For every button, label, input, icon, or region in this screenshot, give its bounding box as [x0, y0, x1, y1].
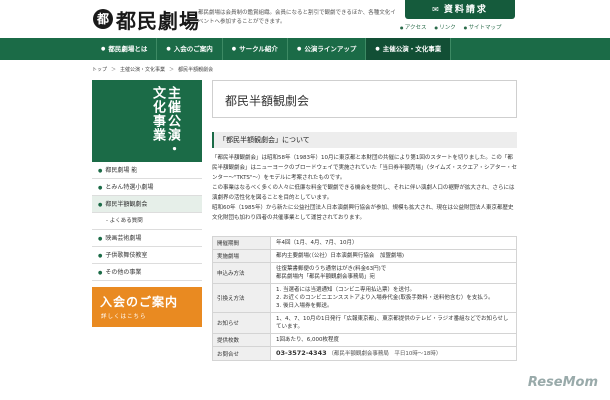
row-value: 1回あたり、6,000枚程度 — [270, 333, 517, 347]
step-item: 2. お近くのコンビニエンスストアより入場券代金(取扱手数料・送料他含む）を支払… — [276, 295, 494, 301]
row-label: 申込み方法 — [212, 262, 271, 284]
sidebar-heading: 主催公演・文化事業 — [150, 86, 180, 156]
sidebar-item-label: 子供歌舞伎教室 — [105, 252, 148, 259]
header-links: アクセス リンク サイトマップ — [400, 23, 502, 31]
sidebar-item-kabuki[interactable]: ● 子供歌舞伎教室 — [92, 247, 202, 264]
global-nav: 都民劇場とは 入会のご案内 サークル紹介 公演ラインアップ 主催公演・文化事業 — [0, 38, 610, 60]
page-title-box: 都民半額観劇会 — [212, 80, 517, 118]
table-row: 開催期間 年4回（1月、4月、7月、10月） — [212, 236, 517, 250]
header-link-sitemap[interactable]: サイトマップ — [464, 23, 502, 31]
sidebar-item-faq[interactable]: - よくある質問 — [92, 213, 202, 230]
banner-subtitle: 詳しくはこちら — [101, 314, 147, 320]
intro-paragraph: この事業はなるべく多くの人々に低廉な料金で観劇できる機会を提供し、それに伴い演劇… — [212, 185, 515, 201]
breadcrumb-top[interactable]: トップ — [92, 66, 107, 73]
row-value: 1、4、7、10月の1日発行「広報東京都」、東京都提供のテレビ・ラジオ番組などで… — [270, 312, 517, 334]
breadcrumb-events[interactable]: 主催公演・文化事業 — [120, 66, 165, 73]
row-value: 都内主要劇場(（公社）日本演劇興行協会 加盟劇場) — [270, 249, 517, 263]
main-content: 都民半額観劇会 「都民半額観劇会」について 「都民半額観劇会」は昭和58年（19… — [212, 80, 517, 361]
header-link-access[interactable]: アクセス — [400, 23, 427, 31]
nav-item-events[interactable]: 主催公演・文化事業 — [366, 38, 452, 60]
table-row: お問合せ 03-3572-4343 （都民半額観劇会事務局 平日10時〜18時） — [212, 346, 517, 361]
breadcrumb: トップ ＞ 主催公演・文化事業 ＞ 都民半額観劇会 — [92, 66, 213, 73]
sidebar-item-label: 都民半額観劇会 — [105, 201, 148, 208]
watermark: ReseMom — [527, 375, 598, 390]
site-logo[interactable]: 都民劇場 — [116, 5, 200, 34]
nav-item-membership[interactable]: 入会のご案内 — [157, 38, 223, 60]
row-label: お知らせ — [212, 312, 271, 334]
nav-item-about[interactable]: 都民劇場とは — [92, 38, 158, 60]
sidebar-heading-box: 主催公演・文化事業 — [92, 80, 202, 162]
bullet-icon: ● — [98, 168, 103, 174]
sidebar-item-small-theater[interactable]: ● とみん特選小劇場 — [92, 179, 202, 196]
sidebar-item-noh[interactable]: ● 都民劇場 能 — [92, 162, 202, 179]
section-heading: 「都民半額観劇会」について — [212, 132, 517, 148]
intro-paragraph: 昭和60年（1985年）から新たに公益社団法人日本演劇興行協会が参加、規模も拡大… — [212, 205, 514, 221]
row-value: 03-3572-4343 （都民半額観劇会事務局 平日10時〜18時） — [270, 346, 517, 361]
step-item: 3. 後日入場券を郵送。 — [276, 303, 333, 309]
table-row: 提供枚数 1回あたり、6,000枚程度 — [212, 333, 517, 347]
bullet-icon: ● — [98, 253, 103, 259]
info-table: 開催期間 年4回（1月、4月、7月、10月） 実施劇場 都内主要劇場(（公社）日… — [212, 236, 517, 361]
step-item: 1. 当選者には当選通知（コンビニ専用払込票）を送付。 — [276, 287, 415, 293]
table-row: 引換え方法 1. 当選者には当選通知（コンビニ専用払込票）を送付。 2. お近く… — [212, 283, 517, 313]
sidebar-item-half-price[interactable]: ● 都民半額観劇会 — [92, 196, 202, 213]
breadcrumb-separator: ＞ — [169, 67, 175, 73]
sidebar-item-label: とみん特選小劇場 — [105, 184, 154, 191]
bullet-icon: ● — [98, 236, 103, 242]
sidebar-item-label: 都民劇場 能 — [105, 167, 138, 174]
sidebar-item-label: その他の事業 — [105, 269, 142, 276]
breadcrumb-current: 都民半額観劇会 — [178, 67, 214, 73]
row-value: 年4回（1月、4月、7月、10月） — [270, 236, 517, 250]
sidebar-item-label: 映画芸術劇場 — [105, 235, 142, 242]
row-label: お問合せ — [212, 346, 271, 361]
intro-text: 「都民半額観劇会」は昭和58年（1983年）10月に東京都と本財団の共催により第… — [212, 153, 517, 223]
request-button-label: 資料請求 — [443, 5, 488, 15]
nav-item-lineup[interactable]: 公演ラインアップ — [288, 38, 367, 60]
sidebar-item-other[interactable]: ● その他の事業 — [92, 264, 202, 281]
request-materials-button[interactable]: ✉ 資料請求 — [405, 0, 515, 19]
membership-banner[interactable]: 入会のご案内 詳しくはこちら — [92, 287, 202, 327]
sidebar-item-film[interactable]: ● 映画芸術劇場 — [92, 230, 202, 247]
table-row: 申込み方法 往復葉書郵便のうち通常はがき(料金63円)で 都民劇場内「都民半額観… — [212, 262, 517, 284]
table-row: お知らせ 1、4、7、10月の1日発行「広報東京都」、東京都提供のテレビ・ラジオ… — [212, 312, 517, 334]
mail-icon: ✉ — [432, 5, 441, 14]
row-label: 実施劇場 — [212, 249, 271, 263]
row-label: 提供枚数 — [212, 333, 271, 347]
contact-hours: （都民半額観劇会事務局 平日10時〜18時） — [328, 351, 442, 357]
header-link-links[interactable]: リンク — [435, 23, 456, 31]
banner-title: 入会のご案内 — [100, 295, 179, 309]
row-line: 往復葉書郵便のうち通常はがき(料金63円)で — [276, 266, 387, 272]
bullet-icon: ● — [98, 185, 103, 191]
nav-item-circles[interactable]: サークル紹介 — [223, 38, 288, 60]
row-label: 開催期間 — [212, 236, 271, 250]
contact-phone[interactable]: 03-3572-4343 — [276, 349, 327, 357]
table-row: 実施劇場 都内主要劇場(（公社）日本演劇興行協会 加盟劇場) — [212, 249, 517, 263]
bullet-icon: ● — [98, 202, 103, 208]
intro-paragraph: 「都民半額観劇会」は昭和58年（1983年）10月に東京都と本財団の共催により第… — [212, 155, 517, 181]
row-value: 1. 当選者には当選通知（コンビニ専用払込票）を送付。 2. お近くのコンビニエ… — [270, 283, 517, 313]
bullet-icon: ● — [98, 270, 103, 276]
row-line: 都民劇場内「都民半額観劇会事務局」宛 — [276, 274, 376, 280]
row-value: 往復葉書郵便のうち通常はがき(料金63円)で 都民劇場内「都民半額観劇会事務局」… — [270, 262, 517, 284]
logo-icon[interactable]: 都 — [93, 9, 113, 29]
breadcrumb-separator: ＞ — [111, 67, 117, 73]
row-label: 引換え方法 — [212, 283, 271, 313]
page-title: 都民半額観劇会 — [225, 94, 310, 108]
sidebar: 主催公演・文化事業 ● 都民劇場 能 ● とみん特選小劇場 ● 都民半額観劇会 - よ… — [92, 80, 202, 327]
site-header: 都 都民劇場 都民劇場は会員制の鑑賞組織。会員になると割引で観劇できるほか、各種… — [0, 0, 610, 40]
site-tagline: 都民劇場は会員制の鑑賞組織。会員になると割引で観劇できるほか、各種文化イベントへ… — [198, 10, 396, 25]
